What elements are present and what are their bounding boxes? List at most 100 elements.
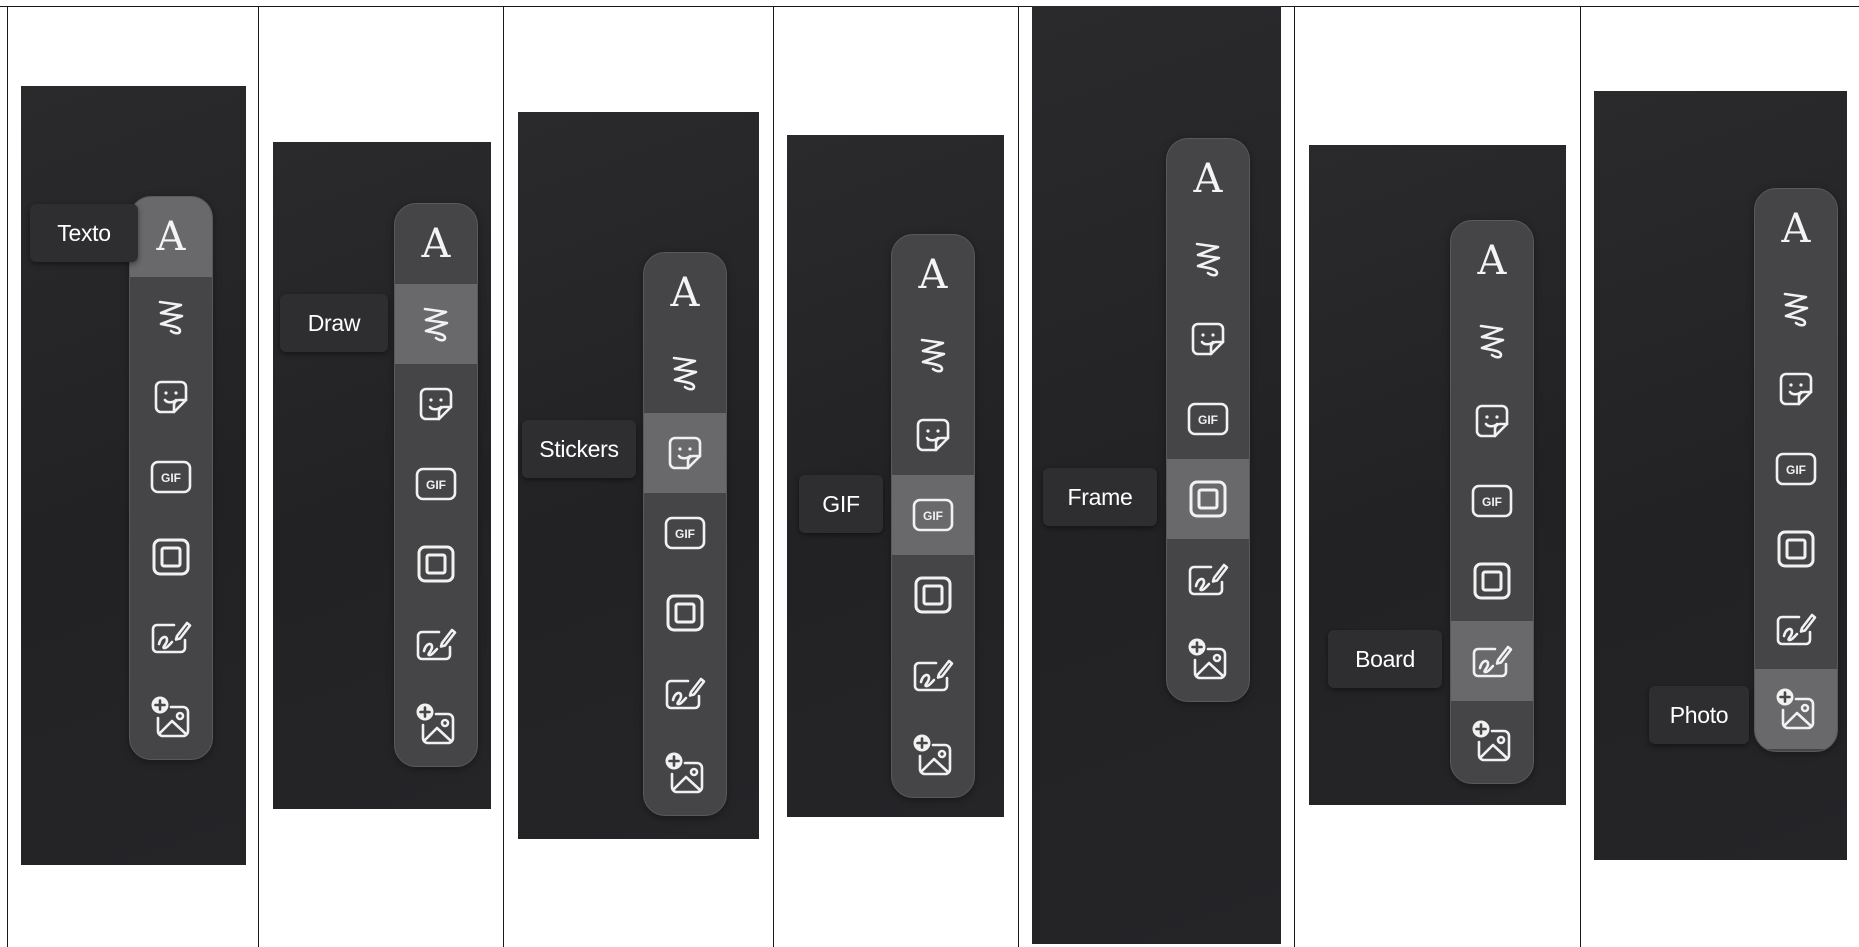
tool-text-button[interactable]: A (892, 235, 974, 315)
tool-text-button[interactable]: A (1755, 189, 1837, 269)
tool-frame-button[interactable] (395, 524, 477, 604)
vertical-toolbar: A GIF (891, 234, 975, 798)
tool-frame-button[interactable] (1451, 541, 1533, 621)
add-photo-icon (1470, 719, 1514, 763)
board-pen-icon (1775, 611, 1817, 647)
vertical-toolbar: A GIF (129, 196, 213, 760)
frame-square-icon (1776, 529, 1816, 569)
squiggle-draw-icon (1475, 320, 1509, 362)
tool-frame-button[interactable] (892, 555, 974, 635)
tool-text-button[interactable]: A (644, 253, 726, 333)
gif-icon: GIF (150, 460, 192, 494)
tool-stickers-button[interactable] (1451, 381, 1533, 461)
frame-square-icon (913, 575, 953, 615)
toolbar-panel-frame: A GIF Frame (1032, 6, 1281, 944)
svg-text:GIF: GIF (161, 471, 181, 485)
gif-icon: GIF (912, 498, 954, 532)
text-a-icon: A (421, 221, 451, 267)
board-pen-icon (664, 675, 706, 711)
tool-board-button[interactable] (1451, 621, 1533, 701)
text-a-icon: A (918, 252, 948, 298)
tooltip: Stickers (522, 420, 636, 478)
tool-draw-button[interactable] (892, 315, 974, 395)
tooltip: GIF (799, 475, 883, 533)
toolbar-panel-gif: A GIF GIF (787, 135, 1004, 817)
tool-gif-button[interactable]: GIF (130, 437, 212, 517)
gif-icon: GIF (664, 516, 706, 550)
tool-text-button[interactable]: A (1451, 221, 1533, 301)
tool-stickers-button[interactable] (892, 395, 974, 475)
grid-divider (1580, 6, 1581, 947)
tool-frame-button[interactable] (1167, 459, 1249, 539)
tool-photo-button[interactable] (1451, 701, 1533, 781)
tool-board-button[interactable] (130, 597, 212, 677)
squiggle-draw-icon (1191, 238, 1225, 280)
tool-draw-button[interactable] (1167, 219, 1249, 299)
text-a-icon: A (156, 214, 186, 260)
frame-square-icon (665, 593, 705, 633)
tool-board-button[interactable] (395, 604, 477, 684)
tool-photo-button[interactable] (1167, 619, 1249, 699)
tool-photo-button[interactable] (1755, 669, 1837, 749)
squiggle-draw-icon (154, 296, 188, 338)
tool-gif-button[interactable]: GIF (1451, 461, 1533, 541)
tool-draw-button[interactable] (130, 277, 212, 357)
tool-stickers-button[interactable] (395, 364, 477, 444)
svg-text:GIF: GIF (675, 527, 695, 541)
frame-square-icon (416, 544, 456, 584)
tool-board-button[interactable] (644, 653, 726, 733)
tool-stickers-button[interactable] (1167, 299, 1249, 379)
squiggle-draw-icon (916, 334, 950, 376)
frame-square-icon (1188, 479, 1228, 519)
svg-text:GIF: GIF (1482, 495, 1502, 509)
tool-frame-button[interactable] (130, 517, 212, 597)
grid-divider (1018, 6, 1019, 947)
tool-stickers-button[interactable] (130, 357, 212, 437)
tool-draw-button[interactable] (644, 333, 726, 413)
vertical-toolbar: A GIF (643, 252, 727, 816)
vertical-toolbar: A GIF (1450, 220, 1534, 784)
svg-text:GIF: GIF (1198, 413, 1218, 427)
text-a-icon: A (1781, 206, 1811, 252)
add-photo-icon (414, 702, 458, 746)
tool-draw-button[interactable] (1451, 301, 1533, 381)
gif-icon: GIF (1471, 484, 1513, 518)
gif-icon: GIF (415, 467, 457, 501)
tool-text-button[interactable]: A (395, 204, 477, 284)
tool-draw-button[interactable] (1755, 269, 1837, 349)
tool-board-button[interactable] (1167, 539, 1249, 619)
tool-gif-button[interactable]: GIF (644, 493, 726, 573)
sticker-smile-icon (1777, 370, 1815, 408)
tool-photo-button[interactable] (892, 715, 974, 795)
tool-text-button[interactable]: A (1167, 139, 1249, 219)
grid-divider (1294, 6, 1295, 947)
sticker-smile-icon (914, 416, 952, 454)
tool-gif-button[interactable]: GIF (1755, 429, 1837, 509)
board-pen-icon (912, 657, 954, 693)
svg-text:GIF: GIF (426, 478, 446, 492)
tool-gif-button[interactable]: GIF (1167, 379, 1249, 459)
tool-gif-button[interactable]: GIF (892, 475, 974, 555)
tool-frame-button[interactable] (1755, 509, 1837, 589)
tool-text-button[interactable]: A (130, 197, 212, 277)
sticker-smile-icon (1189, 320, 1227, 358)
tool-photo-button[interactable] (395, 684, 477, 764)
tool-board-button[interactable] (1755, 589, 1837, 669)
add-photo-icon (149, 695, 193, 739)
tool-photo-button[interactable] (130, 677, 212, 757)
tool-stickers-button[interactable] (644, 413, 726, 493)
gif-icon: GIF (1187, 402, 1229, 436)
grid-divider (773, 6, 774, 947)
toolbar-panel-board: A GIF Board (1309, 145, 1566, 805)
squiggle-draw-icon (668, 352, 702, 394)
tool-frame-button[interactable] (644, 573, 726, 653)
tool-stickers-button[interactable] (1755, 349, 1837, 429)
tool-photo-button[interactable] (644, 733, 726, 813)
tool-gif-button[interactable]: GIF (395, 444, 477, 524)
svg-text:GIF: GIF (1786, 463, 1806, 477)
grid-divider (258, 6, 259, 947)
tool-board-button[interactable] (892, 635, 974, 715)
text-a-icon: A (1193, 156, 1223, 202)
vertical-toolbar: A GIF (1754, 188, 1838, 752)
tool-draw-button[interactable] (395, 284, 477, 364)
